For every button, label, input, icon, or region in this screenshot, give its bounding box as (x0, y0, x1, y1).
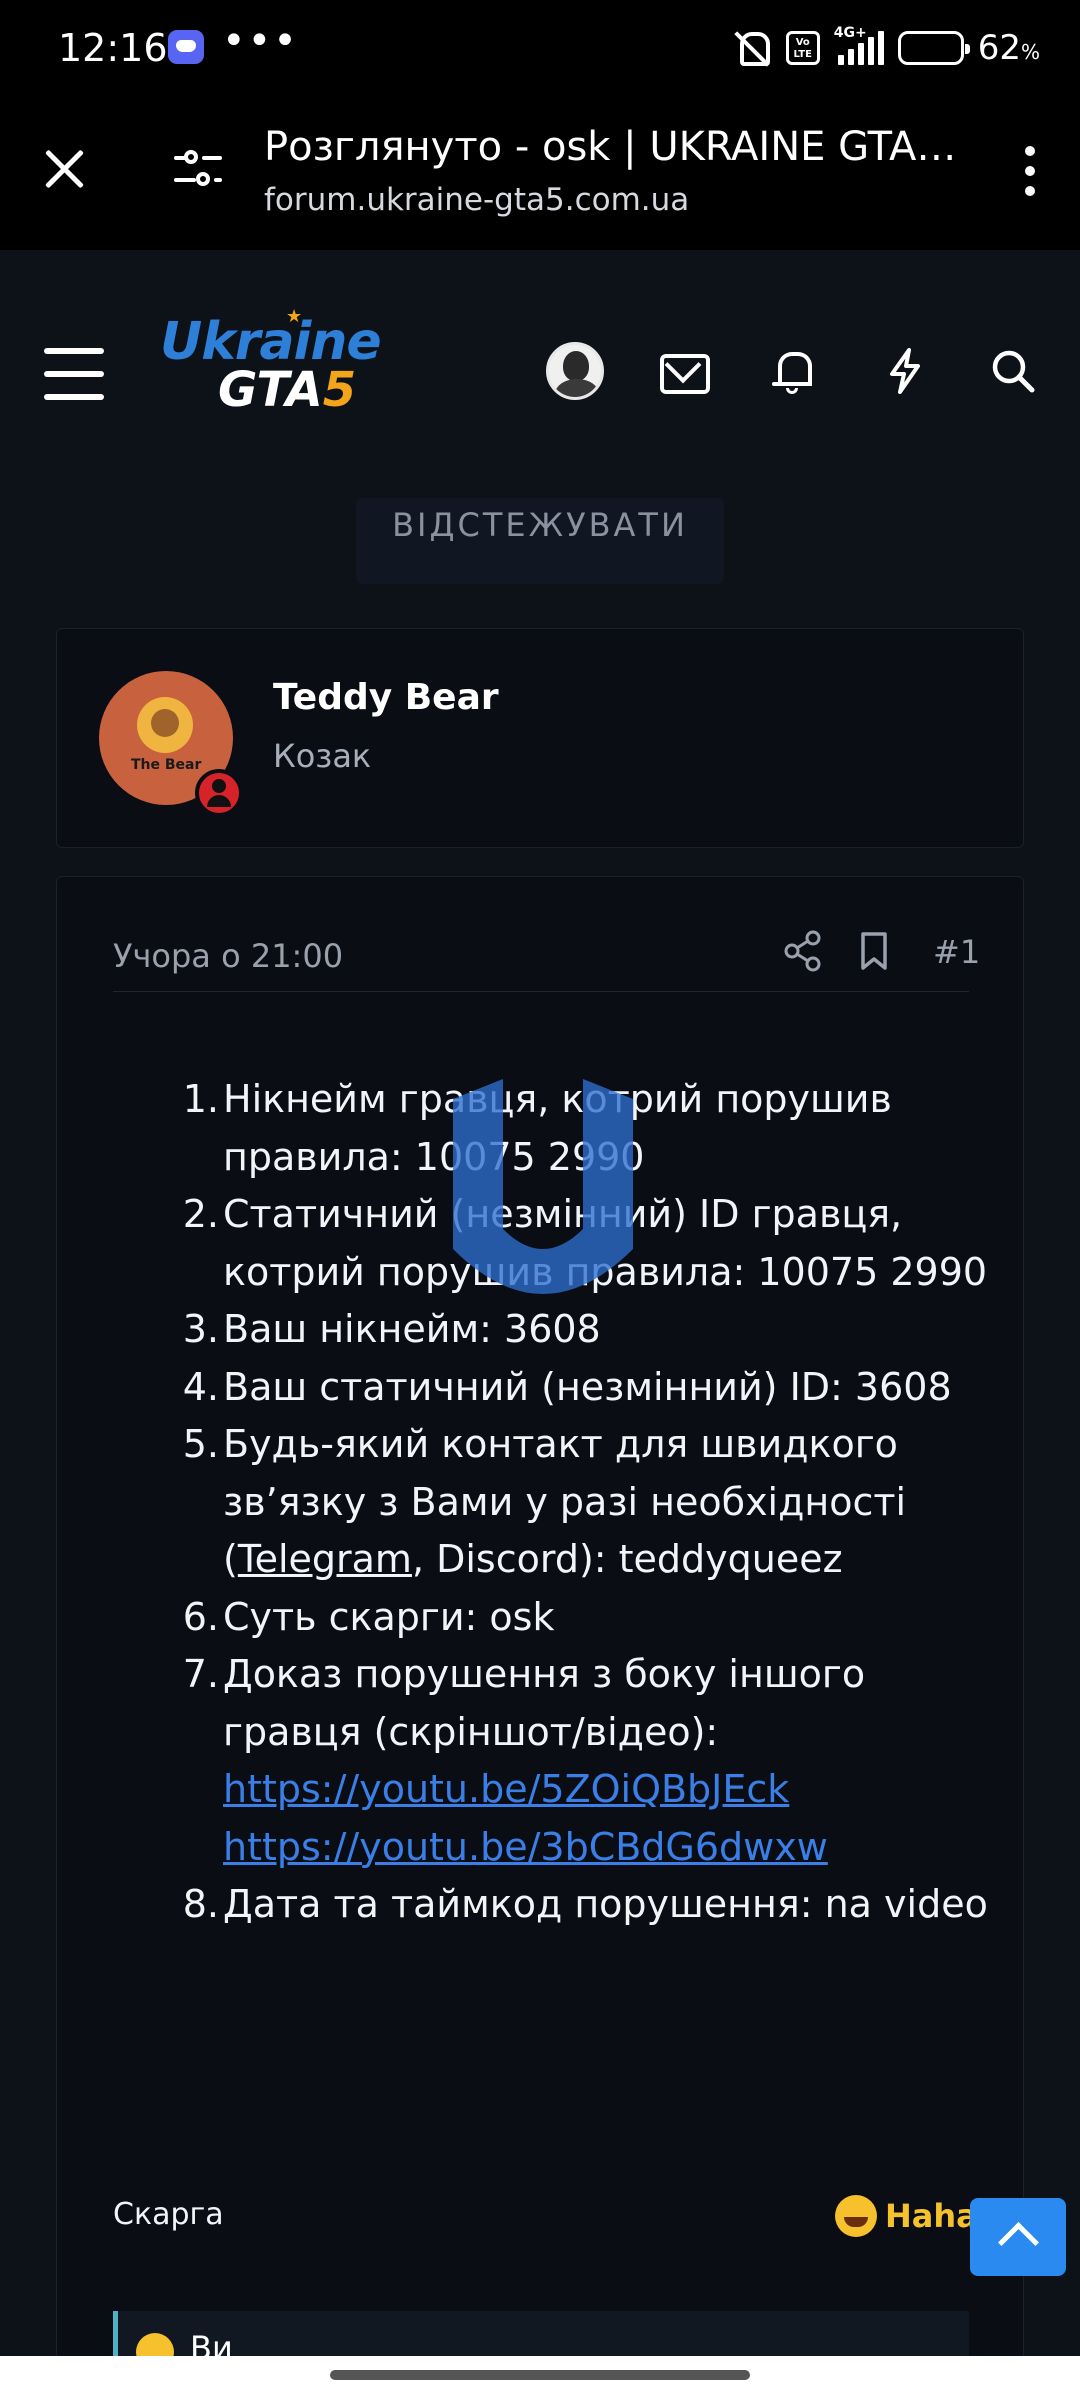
post-tag[interactable]: Скарга (113, 2197, 224, 2232)
browser-toolbar: Розглянуто - osk | UKRAINE GTA 5... foru… (0, 100, 1080, 250)
list-item: 7. Доказ порушення з боку іншого гравця (… (182, 1652, 866, 1869)
user-avatar[interactable] (546, 342, 604, 400)
bell-icon[interactable] (768, 346, 818, 396)
list-item: 8. Дата та таймкод порушення: na video (182, 1882, 988, 1926)
site-logo[interactable]: Ukraine ★ GTA5 (160, 306, 382, 422)
signal-icon: 4G+ (834, 25, 884, 65)
close-icon[interactable] (40, 144, 90, 194)
laughing-emoji-icon (835, 2195, 877, 2237)
author-name[interactable]: Teddy Bear (273, 677, 499, 718)
reaction-summary[interactable]: Haha (835, 2195, 978, 2237)
page-url[interactable]: forum.ukraine-gta5.com.ua (264, 182, 689, 218)
tune-icon[interactable] (174, 148, 222, 188)
author-card: The Bear Teddy Bear Козак (56, 628, 1024, 848)
watermark-logo-icon (453, 1079, 633, 1294)
site-header: Ukraine ★ GTA5 (0, 250, 1080, 490)
list-item: 4. Ваш статичний (незмінний) ID: 3608 (182, 1364, 952, 1409)
follow-button[interactable]: ВІДСТЕЖУВАТИ (356, 498, 724, 584)
bear-icon (137, 697, 193, 753)
bolt-icon[interactable] (880, 346, 930, 396)
post-number[interactable]: #1 (933, 933, 980, 971)
menu-dots-icon[interactable] (1024, 146, 1036, 196)
volte-icon: Vo LTE (785, 31, 820, 65)
list-item: 5. Будь-який контакт для швидкого зв’язку… (182, 1422, 907, 1581)
telegram-link[interactable]: Telegram (238, 1537, 412, 1581)
hamburger-icon[interactable] (44, 348, 104, 400)
post-card: Учора о 21:00 #1 1. Нікнейм гравця, котри… (56, 876, 1024, 2400)
battery-percent: 62% (977, 28, 1040, 68)
page-title[interactable]: Розглянуто - osk | UKRAINE GTA 5... (264, 124, 964, 170)
author-rank: Козак (273, 737, 372, 775)
search-icon[interactable] (988, 346, 1038, 396)
network-type: 4G+ (833, 25, 867, 41)
overflow-notifications-icon: ••• (222, 18, 299, 64)
mute-icon (732, 28, 772, 68)
envelope-icon[interactable] (658, 346, 710, 396)
user-status-icon (195, 769, 243, 817)
battery-icon (897, 31, 970, 65)
video-link-2[interactable]: https://youtu.be/3bCBdG6dwxw (223, 1825, 828, 1869)
bookmark-icon[interactable] (859, 931, 889, 971)
status-bar: 12:16 ••• Vo LTE 4G+ 62% (0, 0, 1080, 100)
discord-notification-icon (168, 30, 204, 64)
list-item: 6. Суть скарги: osk (182, 1594, 555, 1639)
video-link-1[interactable]: https://youtu.be/5ZOiQBbJEck (223, 1767, 789, 1811)
divider (113, 991, 969, 992)
scroll-to-top-button[interactable] (970, 2198, 1066, 2276)
status-time: 12:16 (58, 26, 168, 70)
share-icon[interactable] (783, 929, 823, 973)
post-date[interactable]: Учора о 21:00 (113, 937, 343, 975)
gesture-bar[interactable] (0, 2356, 1080, 2400)
